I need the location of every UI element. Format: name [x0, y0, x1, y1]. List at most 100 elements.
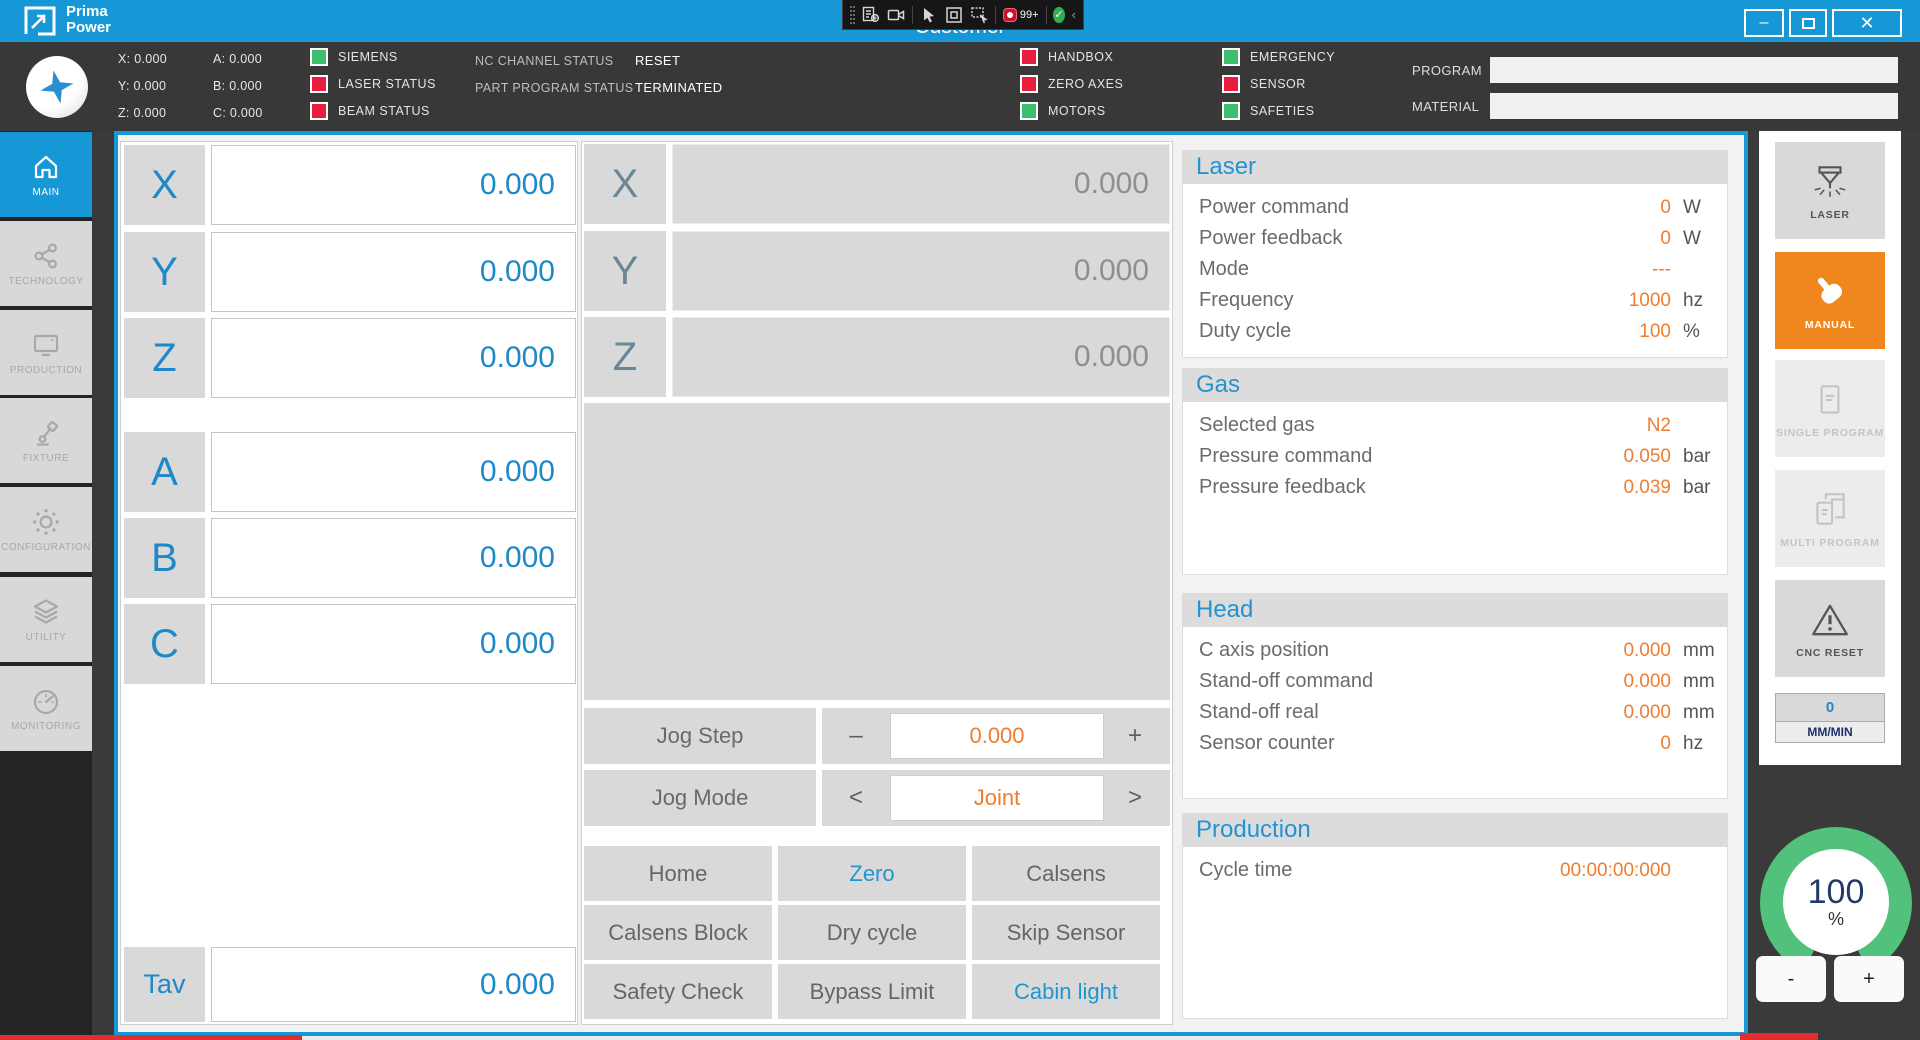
sidebar-item-monitoring[interactable]: MONITORING: [0, 666, 92, 751]
axis-row-c: C 0.000: [124, 604, 576, 684]
material-input[interactable]: [1490, 93, 1898, 119]
jog-mode-next-button[interactable]: >: [1104, 784, 1166, 812]
capture-toolbar[interactable]: 99+ ✓ ‹: [842, 0, 1084, 30]
led-zero-axes: ZERO AXES: [1020, 75, 1123, 93]
sidebar-item-fixture[interactable]: FIXTURE: [0, 398, 92, 483]
sidebar-item-production[interactable]: PRODUCTION: [0, 310, 92, 395]
info-row-pressure-command: Pressure command0.050bar: [1183, 441, 1727, 472]
nc-channel-status-value: RESET: [635, 53, 680, 68]
record-icon: [1003, 8, 1017, 22]
drag-handle-icon[interactable]: [850, 6, 855, 24]
axis-value[interactable]: 0.000: [211, 232, 576, 312]
led-indicator: [1222, 48, 1240, 66]
calsens-button[interactable]: Calsens: [972, 846, 1160, 901]
jog-mode-prev-button[interactable]: <: [822, 784, 890, 812]
check-icon[interactable]: ✓: [1053, 7, 1064, 23]
bypass-limit-button[interactable]: Bypass Limit: [778, 964, 966, 1019]
jog-step-row: Jog Step – 0.000 +: [584, 708, 1170, 764]
axis-row-a: A 0.000: [124, 432, 576, 512]
led-indicator: [310, 48, 328, 66]
collapse-toolbar-icon[interactable]: ‹: [1072, 7, 1076, 22]
axis-value[interactable]: 0.000: [211, 518, 576, 598]
sidebar-item-technology[interactable]: TECHNOLOGY: [0, 221, 92, 306]
info-row-frequency: Frequency1000hz: [1183, 285, 1727, 316]
material-label: MATERIAL: [1412, 99, 1479, 114]
led-handbox: HANDBOX: [1020, 48, 1113, 66]
sidebar: MAIN TECHNOLOGY PRODUCTION FIXTURE CONFI…: [0, 131, 92, 1040]
override-increase-button[interactable]: +: [1834, 956, 1904, 1002]
share-icon: [30, 240, 62, 272]
led-indicator: [1020, 75, 1038, 93]
axis-value[interactable]: 0.000: [211, 318, 576, 398]
home-button[interactable]: Home: [584, 846, 772, 901]
override-unit: %: [1828, 909, 1844, 930]
laser-head-icon: [1809, 161, 1851, 203]
bottom-red-bar-left: [0, 1035, 302, 1040]
info-row-selected-gas: Selected gasN2: [1183, 410, 1727, 441]
single-program-button[interactable]: SINGLE PROGRAM: [1775, 360, 1885, 457]
star-icon: [35, 65, 79, 109]
zero-button[interactable]: Zero: [778, 846, 966, 901]
axis-letter: A: [124, 432, 205, 512]
maximize-button[interactable]: [1789, 9, 1827, 37]
region-select-icon[interactable]: [970, 6, 988, 24]
led-indicator: [1222, 102, 1240, 120]
jog-step-decrease-button[interactable]: –: [822, 722, 890, 750]
axis-value[interactable]: 0.000: [211, 432, 576, 512]
minimize-button[interactable]: –: [1744, 9, 1784, 37]
manual-mode-button[interactable]: MANUAL: [1775, 252, 1885, 349]
program-input[interactable]: [1490, 57, 1898, 83]
axis-letter: Z: [584, 317, 666, 397]
multi-program-icon: [1809, 489, 1851, 531]
cnc-reset-button[interactable]: CNC RESET: [1775, 580, 1885, 677]
jog-mode-controls: < Joint >: [822, 770, 1170, 826]
recording-badge[interactable]: 99+: [1003, 8, 1039, 22]
close-icon: ✕: [1859, 13, 1874, 34]
machine-logo: [26, 56, 88, 118]
cabin-light-button[interactable]: Cabin light: [972, 964, 1160, 1019]
sidebar-item-main[interactable]: MAIN: [0, 132, 92, 217]
axis-value[interactable]: 0.000: [211, 947, 576, 1022]
hand-pointer-icon: [1809, 271, 1851, 313]
production-section: Production Cycle time00:00:00:000: [1182, 813, 1728, 1019]
safety-check-button[interactable]: Safety Check: [584, 964, 772, 1019]
axis-value: 0.000: [672, 317, 1170, 397]
override-decrease-button[interactable]: -: [1756, 956, 1826, 1002]
calsens-block-button[interactable]: Calsens Block: [584, 905, 772, 960]
toolbar-separator: [995, 6, 996, 24]
led-safeties: SAFETIES: [1222, 102, 1314, 120]
close-button[interactable]: ✕: [1832, 9, 1902, 37]
capture-settings-icon[interactable]: [862, 6, 880, 24]
stop-capture-icon[interactable]: [945, 6, 963, 24]
axis-value[interactable]: 0.000: [211, 604, 576, 684]
skip-sensor-button[interactable]: Skip Sensor: [972, 905, 1160, 960]
axis-readout-x: X: 0.000: [118, 52, 167, 66]
axis-letter: B: [124, 518, 205, 598]
section-title: Head: [1182, 593, 1728, 627]
axis-value[interactable]: 0.000: [211, 145, 576, 225]
jog-step-value[interactable]: 0.000: [890, 713, 1104, 759]
axis-letter: Y: [124, 232, 205, 312]
axis-row-z: Z 0.000: [124, 318, 576, 398]
jog-mode-row: Jog Mode < Joint >: [584, 770, 1170, 826]
maximize-icon: [1802, 18, 1815, 29]
dry-cycle-button[interactable]: Dry cycle: [778, 905, 966, 960]
record-video-icon[interactable]: [887, 6, 905, 24]
override-value: 100: [1808, 875, 1865, 909]
sidebar-item-configuration[interactable]: CONFIGURATION: [0, 487, 92, 572]
spacer-block: [584, 403, 1170, 700]
laser-section: Laser Power command0W Power feedback0W M…: [1182, 150, 1728, 358]
toolbar-separator: [1046, 6, 1047, 24]
multi-program-button[interactable]: MULTI PROGRAM: [1775, 470, 1885, 567]
sidebar-item-utility[interactable]: UTILITY: [0, 577, 92, 662]
axis-readout-c: C: 0.000: [213, 106, 263, 120]
info-row-cycle-time: Cycle time00:00:00:000: [1183, 855, 1727, 886]
axis-value: 0.000: [672, 231, 1170, 311]
jog-step-increase-button[interactable]: +: [1104, 722, 1166, 750]
section-title: Gas: [1182, 368, 1728, 402]
jog-mode-value[interactable]: Joint: [890, 775, 1104, 821]
laser-mode-button[interactable]: LASER: [1775, 142, 1885, 239]
toolbar-separator: [912, 6, 913, 24]
cursor-icon[interactable]: [920, 6, 938, 24]
jog-step-controls: – 0.000 +: [822, 708, 1170, 764]
